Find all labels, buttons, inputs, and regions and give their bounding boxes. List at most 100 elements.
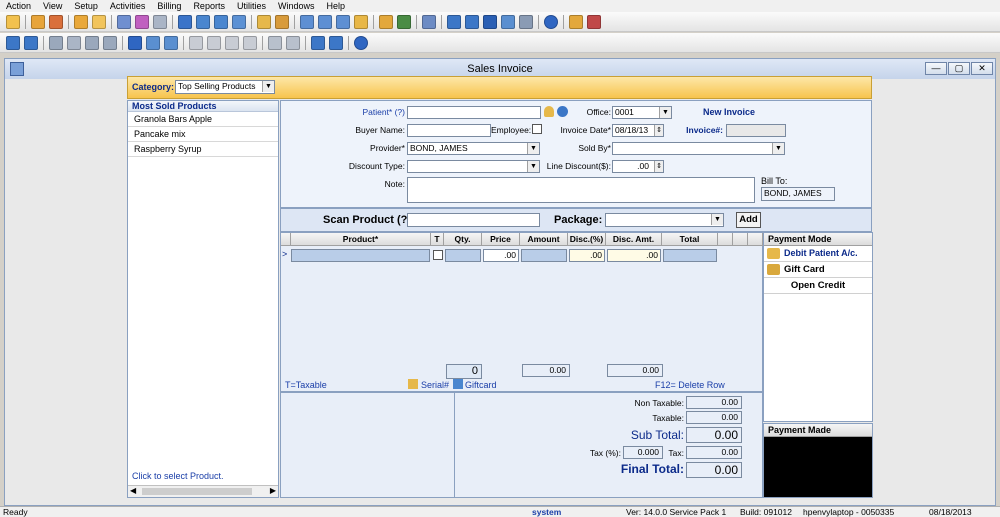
patient-icon[interactable] [6,14,20,29]
scroll-right-icon[interactable]: ▶ [270,486,276,495]
refresh-icon[interactable] [311,35,325,50]
fax-icon[interactable] [318,14,332,29]
note-textarea[interactable] [407,177,755,203]
first-record-icon[interactable] [189,35,203,50]
column-header-price[interactable]: Price [482,233,520,246]
patient-search-icon[interactable] [557,106,568,117]
giftcard-icon[interactable] [453,379,463,389]
edit-icon[interactable] [49,14,63,29]
flask-icon[interactable] [135,14,149,29]
payment-option-gift-card[interactable]: Gift Card [764,262,872,278]
redo-icon[interactable] [164,35,178,50]
dollar-icon[interactable] [178,14,192,29]
save-icon[interactable] [128,35,142,50]
list-item[interactable]: Raspberry Syrup [128,142,278,157]
filter-icon[interactable] [286,35,300,50]
date-spinner-icon[interactable]: ⇕ [654,125,663,136]
folder-edit-icon[interactable] [92,14,106,29]
office-select[interactable]: 0001 ▼ [612,106,672,119]
package-select[interactable]: ▼ [605,213,724,227]
chevron-down-icon[interactable]: ▼ [262,81,274,92]
list-item[interactable]: Pancake mix [128,127,278,142]
menu-setup[interactable]: Setup [68,1,104,11]
column-header-disc-pct[interactable]: Disc.(%) [568,233,606,246]
price-cell[interactable]: .00 [483,249,519,262]
lock-icon[interactable] [569,14,583,29]
clipboard-icon[interactable] [422,14,436,29]
calendar-icon[interactable] [257,14,271,29]
horizontal-scrollbar[interactable]: ◀ ▶ [128,485,278,497]
help-icon[interactable] [544,14,558,29]
patient-lookup-icon[interactable] [544,106,554,117]
claims-icon[interactable] [232,14,246,29]
chevron-down-icon[interactable]: ▼ [527,143,539,154]
billing-icon[interactable] [196,14,210,29]
qty-cell[interactable] [445,249,481,262]
giftcard-link[interactable]: Giftcard [465,380,497,390]
chart-icon[interactable] [397,14,411,29]
settings-icon[interactable] [49,35,63,50]
disc-pct-cell[interactable]: .00 [569,249,605,262]
sort-icon[interactable] [268,35,282,50]
close-circle-icon[interactable] [354,35,368,50]
close-button[interactable]: ✕ [971,62,993,75]
chevron-down-icon[interactable]: ▼ [711,214,723,225]
product-cell[interactable] [291,249,430,262]
print-icon[interactable] [336,14,350,29]
scrollbar-thumb[interactable] [142,488,252,495]
serial-icon[interactable] [408,379,418,389]
buyer-name-input[interactable] [407,124,491,137]
chevron-down-icon[interactable]: ▼ [659,107,671,118]
scroll-left-icon[interactable]: ◀ [130,486,136,495]
spinner-icon[interactable]: ⇕ [654,161,663,172]
last-record-icon[interactable] [243,35,257,50]
exit-icon[interactable] [587,14,601,29]
schedule-icon[interactable] [275,14,289,29]
document-icon[interactable] [153,14,167,29]
table-row[interactable]: > .00 .00 .00 [281,248,762,263]
sync-icon[interactable] [329,35,343,50]
user-icon[interactable] [31,14,45,29]
folder-icon[interactable] [74,14,88,29]
column-header-disc-amt[interactable]: Disc. Amt. [606,233,662,246]
payment-icon[interactable] [214,14,228,29]
disc-amt-cell[interactable]: .00 [607,249,661,262]
menu-help[interactable]: Help [320,1,351,11]
employee-checkbox[interactable] [532,124,542,134]
chevron-down-icon[interactable]: ▼ [527,161,539,172]
provider-select[interactable]: BOND, JAMES ▼ [407,142,540,155]
menu-windows[interactable]: Windows [272,1,321,11]
column-header-qty[interactable]: Qty. [444,233,482,246]
find-icon[interactable] [24,35,38,50]
column-header-total[interactable]: Total [662,233,718,246]
taxable-checkbox[interactable] [433,250,443,260]
menu-reports[interactable]: Reports [187,1,231,11]
discount-type-select[interactable]: ▼ [407,160,540,173]
previous-record-icon[interactable] [207,35,221,50]
minimize-button[interactable]: — [925,62,947,75]
table-icon[interactable] [519,14,533,29]
column-header-product[interactable]: Product* [291,233,431,246]
paste-icon[interactable] [103,35,117,50]
exchange-icon[interactable] [465,14,479,29]
undo-icon[interactable] [146,35,160,50]
maximize-button[interactable]: ▢ [948,62,970,75]
payment-option-open-credit[interactable]: Open Credit [764,278,872,294]
next-record-icon[interactable] [225,35,239,50]
inventory-icon[interactable] [354,14,368,29]
line-discount-input[interactable]: .00 ⇕ [612,160,664,173]
edit-record-icon[interactable] [67,35,81,50]
menu-activities[interactable]: Activities [104,1,152,11]
report-icon[interactable] [117,14,131,29]
menu-view[interactable]: View [37,1,68,11]
menu-billing[interactable]: Billing [151,1,187,11]
menu-action[interactable]: Action [0,1,37,11]
column-header-amount[interactable]: Amount [520,233,568,246]
invoice-date-input[interactable]: 08/18/13 ⇕ [612,124,664,137]
copy-icon[interactable] [85,35,99,50]
transfer-icon[interactable] [447,14,461,29]
chevron-down-icon[interactable]: ▼ [772,143,784,154]
patient-input[interactable] [407,106,541,119]
home-icon[interactable] [379,14,393,29]
word-icon[interactable] [483,14,497,29]
